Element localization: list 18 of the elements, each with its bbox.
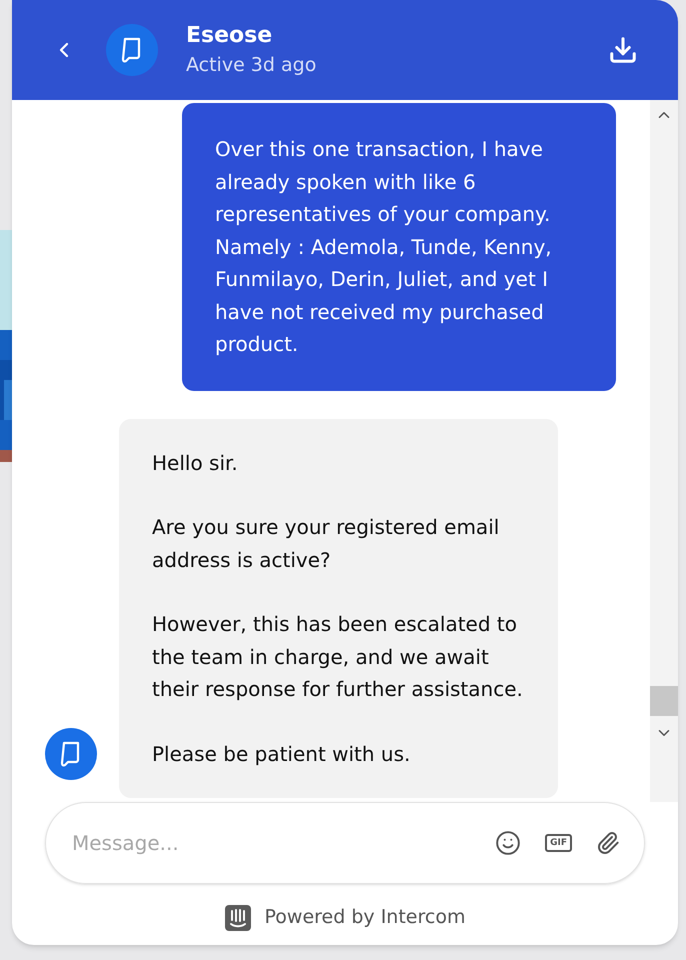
- message-text: Please be patient with us.: [152, 740, 412, 768]
- scroll-thumb[interactable]: [650, 686, 678, 716]
- smiley-icon[interactable]: [495, 830, 522, 856]
- message-text: However, this has been escalated to the team in charge, and we await their response for further assistance.: [152, 611, 524, 703]
- bot-avatar-icon: [45, 728, 97, 780]
- message-field[interactable]: Message...: [72, 828, 472, 858]
- intercom-logo-icon: [224, 904, 251, 930]
- message-text: Over this one transaction, I have already spoken with like 6 representatives of your company. Namely : Ademola, Tunde, Kenny, Funmilayo, Derin, Juliet, and yet I have not received my purchased product.: [215, 136, 553, 358]
- bot-avatar-icon: [106, 24, 158, 76]
- gif-button[interactable]: GIF: [545, 834, 572, 852]
- paperclip-icon[interactable]: [596, 831, 620, 855]
- contact-name: Eseose: [186, 22, 274, 50]
- message-text: Hello sir.: [152, 450, 239, 476]
- scrollbar[interactable]: [650, 100, 678, 802]
- message-text: Are you sure your registered email address is active?: [152, 514, 500, 574]
- message-input[interactable]: Message... GIF: [45, 802, 645, 884]
- contact-status: Active 3d ago: [186, 53, 316, 78]
- powered-by-text: Powered by Intercom: [264, 905, 466, 930]
